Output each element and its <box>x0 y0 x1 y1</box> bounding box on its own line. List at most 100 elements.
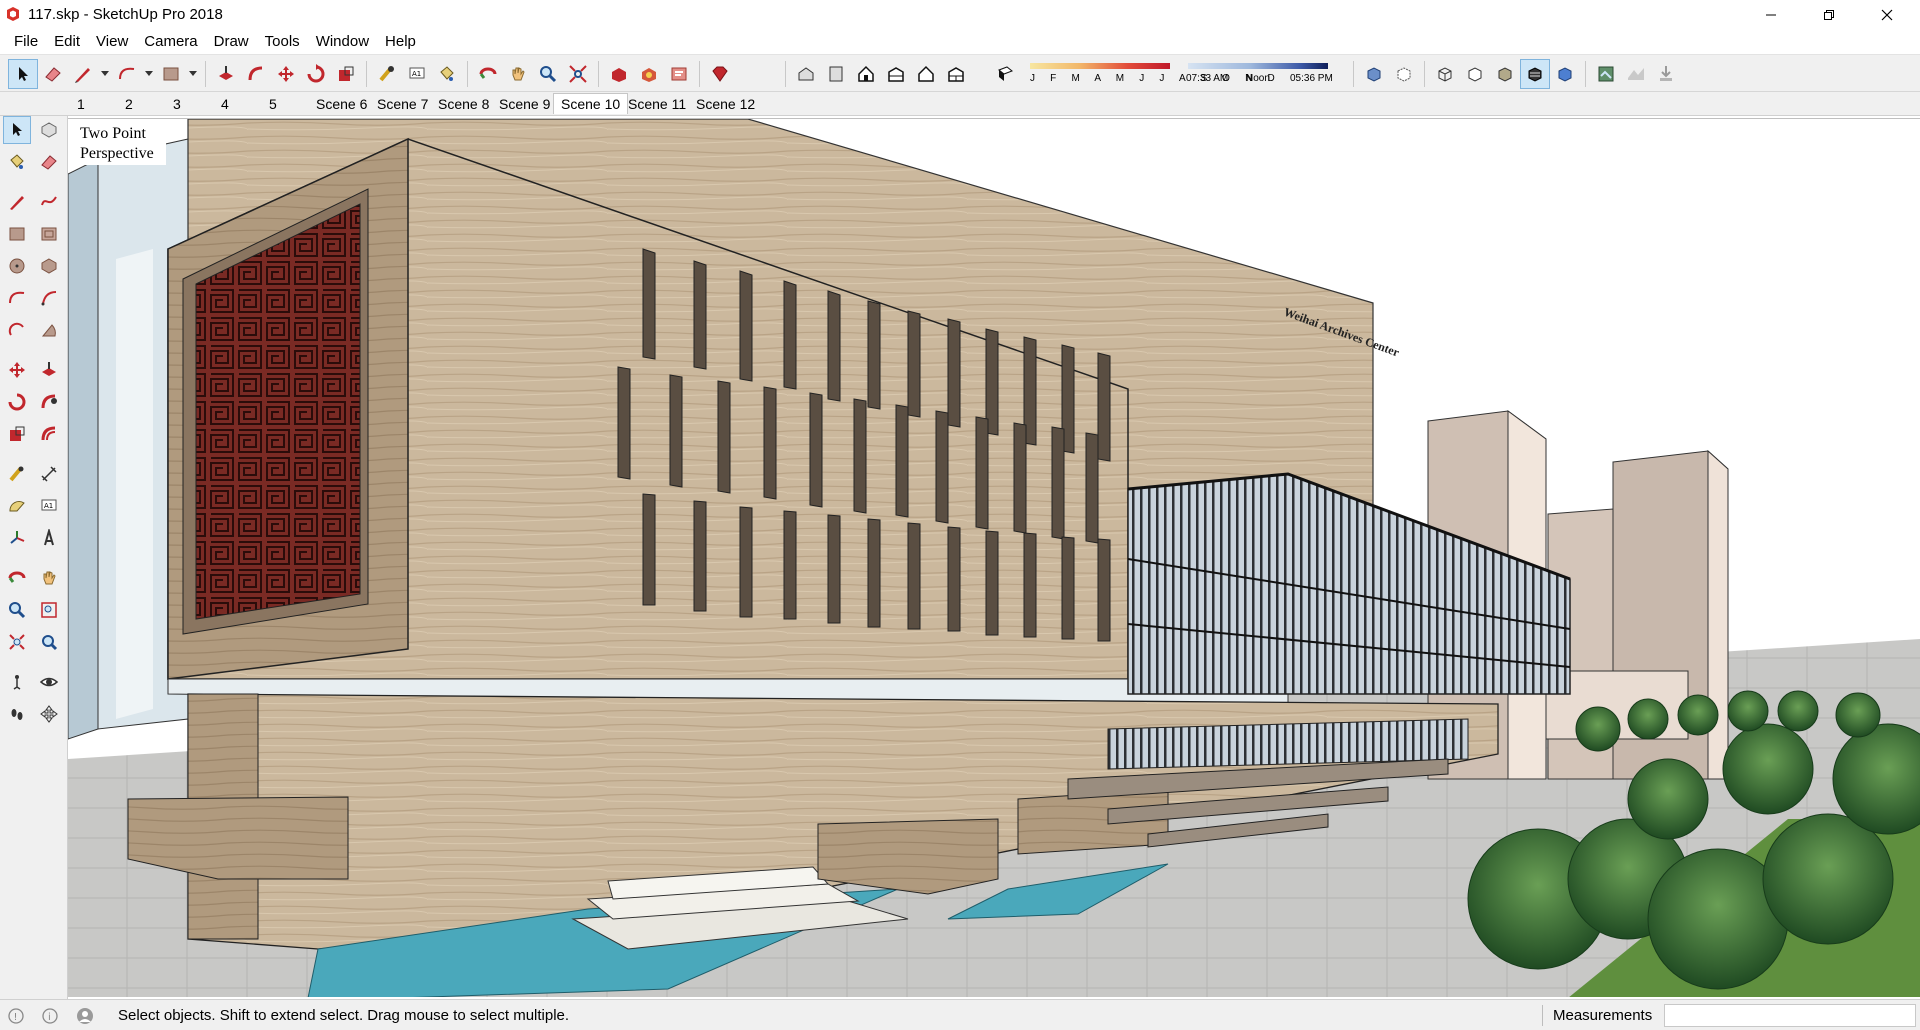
left-view-button[interactable] <box>941 59 971 89</box>
axes-tool[interactable] <box>3 524 31 552</box>
circle-tool[interactable] <box>3 252 31 280</box>
tape-measure-tool[interactable] <box>3 460 31 488</box>
follow-me-button[interactable] <box>241 59 271 89</box>
shapes-tool-button[interactable] <box>156 59 186 89</box>
pie-tool[interactable] <box>35 316 63 344</box>
shadow-settings-button[interactable] <box>990 59 1020 89</box>
scene-tab-6[interactable]: Scene 6 <box>309 94 374 115</box>
push-pull-button[interactable] <box>211 59 241 89</box>
warehouse-button[interactable] <box>604 59 634 89</box>
move-tool-button[interactable] <box>271 59 301 89</box>
front-view-button[interactable] <box>851 59 881 89</box>
select-tool-button[interactable] <box>8 59 38 89</box>
zoom-button[interactable] <box>533 59 563 89</box>
pan-tool[interactable] <box>35 564 63 592</box>
text-tool[interactable]: A1 <box>35 492 63 520</box>
three-point-arc-tool[interactable] <box>3 316 31 344</box>
dimension-tool[interactable] <box>35 460 63 488</box>
section-plane-tool[interactable] <box>35 700 63 728</box>
scene-tab-8[interactable]: Scene 8 <box>431 94 496 115</box>
arc-dropdown[interactable] <box>142 59 156 89</box>
share-model-button[interactable] <box>634 59 664 89</box>
scene-tab-9[interactable]: Scene 9 <box>492 94 557 115</box>
paint-bucket-button[interactable] <box>432 59 462 89</box>
back-view-button[interactable] <box>911 59 941 89</box>
extension-warehouse-button[interactable] <box>664 59 694 89</box>
offset-tool[interactable] <box>35 420 63 448</box>
user-account-icon[interactable] <box>76 1007 94 1025</box>
scene-tab-1[interactable]: 1 <box>70 94 92 115</box>
measurements-input[interactable] <box>1664 1004 1916 1027</box>
line-tool[interactable] <box>3 188 31 216</box>
right-view-button[interactable] <box>881 59 911 89</box>
menu-camera[interactable]: Camera <box>136 30 205 54</box>
menu-help[interactable]: Help <box>377 30 424 54</box>
scene-tab-11[interactable]: Scene 11 <box>621 94 693 115</box>
scene-tab-10[interactable]: Scene 10 <box>553 93 629 114</box>
scene-tab-12[interactable]: Scene 12 <box>689 94 762 115</box>
close-button[interactable] <box>1864 0 1910 30</box>
text-tool-button[interactable]: A1 <box>402 59 432 89</box>
photo-textures-button[interactable] <box>1651 59 1681 89</box>
follow-me-tool[interactable] <box>35 388 63 416</box>
top-view-button[interactable] <box>821 59 851 89</box>
credits-info-icon[interactable]: i <box>41 1007 59 1025</box>
line-dropdown[interactable] <box>98 59 112 89</box>
zoom-extents-tool[interactable] <box>3 628 31 656</box>
geo-location-icon[interactable]: ! <box>7 1007 25 1025</box>
shadow-time-slider[interactable] <box>1188 63 1328 69</box>
scene-tab-2[interactable]: 2 <box>118 94 140 115</box>
look-around-tool[interactable] <box>35 668 63 696</box>
rectangle-tool[interactable] <box>3 220 31 248</box>
previous-view-tool[interactable] <box>35 628 63 656</box>
polygon-tool[interactable] <box>35 252 63 280</box>
iso-view-button[interactable] <box>791 59 821 89</box>
shapes-dropdown[interactable] <box>186 59 200 89</box>
push-pull-tool[interactable] <box>35 356 63 384</box>
make-component-tool[interactable] <box>35 116 63 144</box>
eraser-tool-button[interactable] <box>38 59 68 89</box>
monochrome-button[interactable] <box>1550 59 1580 89</box>
menu-draw[interactable]: Draw <box>206 30 257 54</box>
minimize-button[interactable] <box>1748 0 1794 30</box>
freehand-tool[interactable] <box>35 188 63 216</box>
scale-tool[interactable] <box>3 420 31 448</box>
zoom-window-tool[interactable] <box>35 596 63 624</box>
menu-tools[interactable]: Tools <box>257 30 308 54</box>
scene-tab-4[interactable]: 4 <box>214 94 236 115</box>
zoom-extents-button[interactable] <box>563 59 593 89</box>
select-tool[interactable] <box>3 116 31 144</box>
line-tool-button[interactable] <box>68 59 98 89</box>
rotate-tool-button[interactable] <box>301 59 331 89</box>
pan-button[interactable] <box>503 59 533 89</box>
scene-tab-5[interactable]: 5 <box>262 94 284 115</box>
menu-view[interactable]: View <box>88 30 136 54</box>
menu-edit[interactable]: Edit <box>46 30 88 54</box>
protractor-tool[interactable] <box>3 492 31 520</box>
wireframe-button[interactable] <box>1430 59 1460 89</box>
model-viewport[interactable]: Weihai Archives Center Two Point Perspec… <box>68 118 1920 997</box>
shaded-button[interactable] <box>1490 59 1520 89</box>
toggle-terrain-button[interactable] <box>1621 59 1651 89</box>
menu-file[interactable]: File <box>6 30 46 54</box>
restore-button[interactable] <box>1806 0 1852 30</box>
tape-measure-button[interactable] <box>372 59 402 89</box>
rotate-tool[interactable] <box>3 388 31 416</box>
move-tool[interactable] <box>3 356 31 384</box>
arc-tool-button[interactable] <box>112 59 142 89</box>
sketchup-app-icon[interactable] <box>5 6 21 22</box>
shaded-textures-button[interactable] <box>1520 59 1550 89</box>
xray-style-button[interactable] <box>1359 59 1389 89</box>
zoom-tool[interactable] <box>3 596 31 624</box>
shadow-date-slider[interactable] <box>1030 63 1170 69</box>
scene-tab-7[interactable]: Scene 7 <box>370 94 435 115</box>
position-camera-tool[interactable] <box>3 668 31 696</box>
scene-tab-3[interactable]: 3 <box>166 94 188 115</box>
arc-tool[interactable] <box>3 284 31 312</box>
add-location-button[interactable] <box>1591 59 1621 89</box>
paint-bucket-tool[interactable] <box>3 148 31 176</box>
rotated-rectangle-tool[interactable] <box>35 220 63 248</box>
orbit-button[interactable] <box>473 59 503 89</box>
two-point-arc-tool[interactable] <box>35 284 63 312</box>
back-edges-button[interactable] <box>1389 59 1419 89</box>
